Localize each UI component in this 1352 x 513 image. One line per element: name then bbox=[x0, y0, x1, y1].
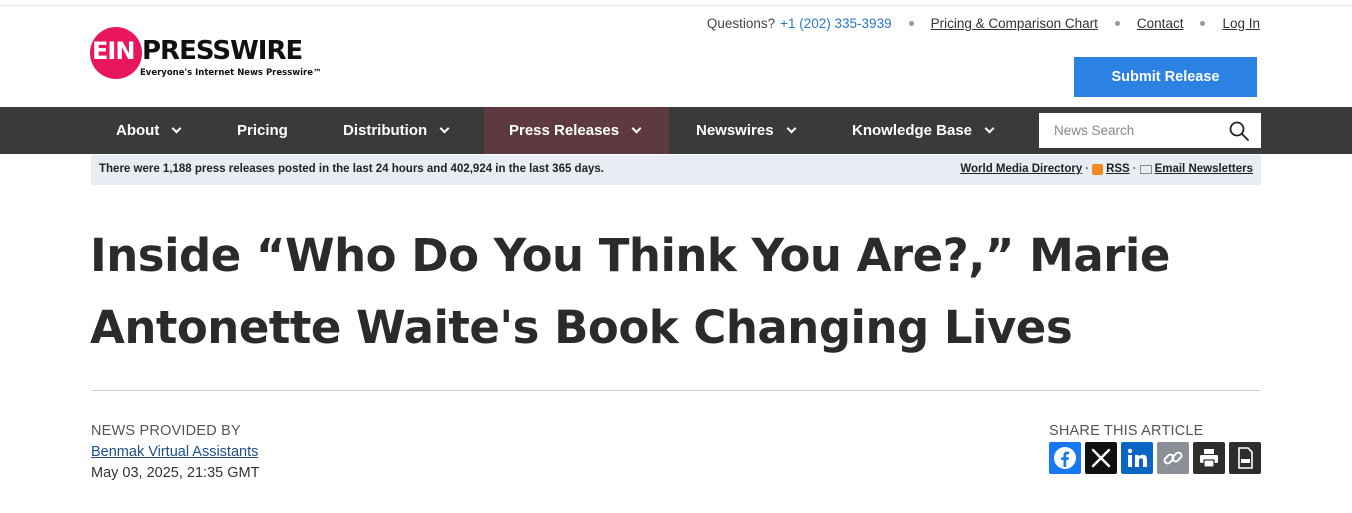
nav-newswires-label: Newswires bbox=[696, 122, 774, 139]
divider bbox=[91, 390, 1261, 391]
nav-press-releases-label: Press Releases bbox=[509, 122, 620, 139]
pdf-icon bbox=[1238, 447, 1253, 469]
link-icon bbox=[1163, 451, 1183, 465]
print-icon bbox=[1200, 449, 1218, 468]
nav-pricing[interactable]: Pricing bbox=[237, 107, 288, 154]
share-linkedin-button[interactable] bbox=[1121, 442, 1153, 474]
separator-dot bbox=[1200, 20, 1206, 26]
linkedin-icon bbox=[1127, 448, 1147, 467]
einpresswire-logo[interactable]: EIN PRESSWIRE Everyone's Internet News P… bbox=[90, 27, 340, 85]
nav-distribution[interactable]: Distribution bbox=[343, 107, 450, 154]
share-facebook-button[interactable] bbox=[1049, 442, 1081, 474]
logo-tagline: Everyone's Internet News Presswire™ bbox=[140, 68, 322, 78]
world-media-directory-link[interactable]: World Media Directory bbox=[960, 163, 1082, 175]
copy-link-button[interactable] bbox=[1157, 442, 1189, 474]
chevron-down-icon bbox=[631, 123, 642, 134]
separator: · bbox=[1085, 163, 1090, 175]
nav-newswires[interactable]: Newswires bbox=[696, 107, 796, 154]
contact-link[interactable]: Contact bbox=[1137, 16, 1184, 31]
print-button[interactable] bbox=[1193, 442, 1225, 474]
share-label: SHARE THIS ARTICLE bbox=[1049, 423, 1204, 439]
logo-ein-text: EIN bbox=[92, 37, 135, 65]
news-provided-by-label: NEWS PROVIDED BY bbox=[91, 423, 241, 439]
separator-dot bbox=[908, 20, 914, 26]
submit-release-button[interactable]: Submit Release bbox=[1074, 57, 1257, 97]
nav-knowledge-base[interactable]: Knowledge Base bbox=[852, 107, 995, 154]
chevron-down-icon bbox=[171, 123, 182, 134]
info-strip: There were 1,188 press releases posted i… bbox=[91, 155, 1261, 185]
news-search bbox=[1039, 113, 1261, 148]
provider-link[interactable]: Benmak Virtual Assistants bbox=[91, 444, 258, 460]
nav-about[interactable]: About bbox=[116, 107, 182, 154]
phone-link[interactable]: +1 (202) 335-3939 bbox=[780, 16, 891, 31]
top-rule bbox=[0, 0, 1352, 6]
logo-presswire-text: PRESSWIRE bbox=[142, 36, 303, 66]
info-links: World Media Directory · RSS · Email News… bbox=[960, 163, 1253, 175]
pricing-chart-link[interactable]: Pricing & Comparison Chart bbox=[931, 16, 1098, 31]
separator: · bbox=[1132, 163, 1137, 175]
mail-icon bbox=[1139, 164, 1152, 174]
nav-distribution-label: Distribution bbox=[343, 122, 428, 139]
article-title: Inside “Who Do You Think You Are?,” Mari… bbox=[90, 229, 1170, 354]
share-x-button[interactable] bbox=[1085, 442, 1117, 474]
search-input[interactable] bbox=[1039, 114, 1219, 147]
x-icon bbox=[1091, 448, 1111, 468]
rss-link[interactable]: RSS bbox=[1106, 163, 1130, 175]
nav-press-releases[interactable]: Press Releases bbox=[484, 107, 669, 154]
rss-icon bbox=[1092, 163, 1104, 175]
chevron-down-icon bbox=[786, 123, 796, 134]
publish-date: May 03, 2025, 21:35 GMT bbox=[91, 465, 260, 481]
chevron-down-icon bbox=[984, 123, 995, 134]
search-icon[interactable] bbox=[1229, 121, 1249, 141]
nav-about-label: About bbox=[116, 122, 160, 139]
separator-dot bbox=[1114, 20, 1120, 26]
chevron-down-icon bbox=[439, 123, 450, 134]
top-links: Questions? +1 (202) 335-3939 Pricing & C… bbox=[707, 14, 1260, 32]
email-newsletters-link[interactable]: Email Newsletters bbox=[1155, 163, 1253, 175]
share-buttons bbox=[1049, 442, 1261, 474]
questions-label: Questions? bbox=[706, 15, 776, 31]
nav-knowledge-base-label: Knowledge Base bbox=[852, 122, 973, 139]
release-stats: There were 1,188 press releases posted i… bbox=[99, 163, 604, 175]
facebook-icon bbox=[1054, 447, 1076, 469]
pdf-button[interactable] bbox=[1229, 442, 1261, 474]
nav-pricing-label: Pricing bbox=[237, 122, 288, 139]
login-link[interactable]: Log In bbox=[1222, 16, 1260, 31]
